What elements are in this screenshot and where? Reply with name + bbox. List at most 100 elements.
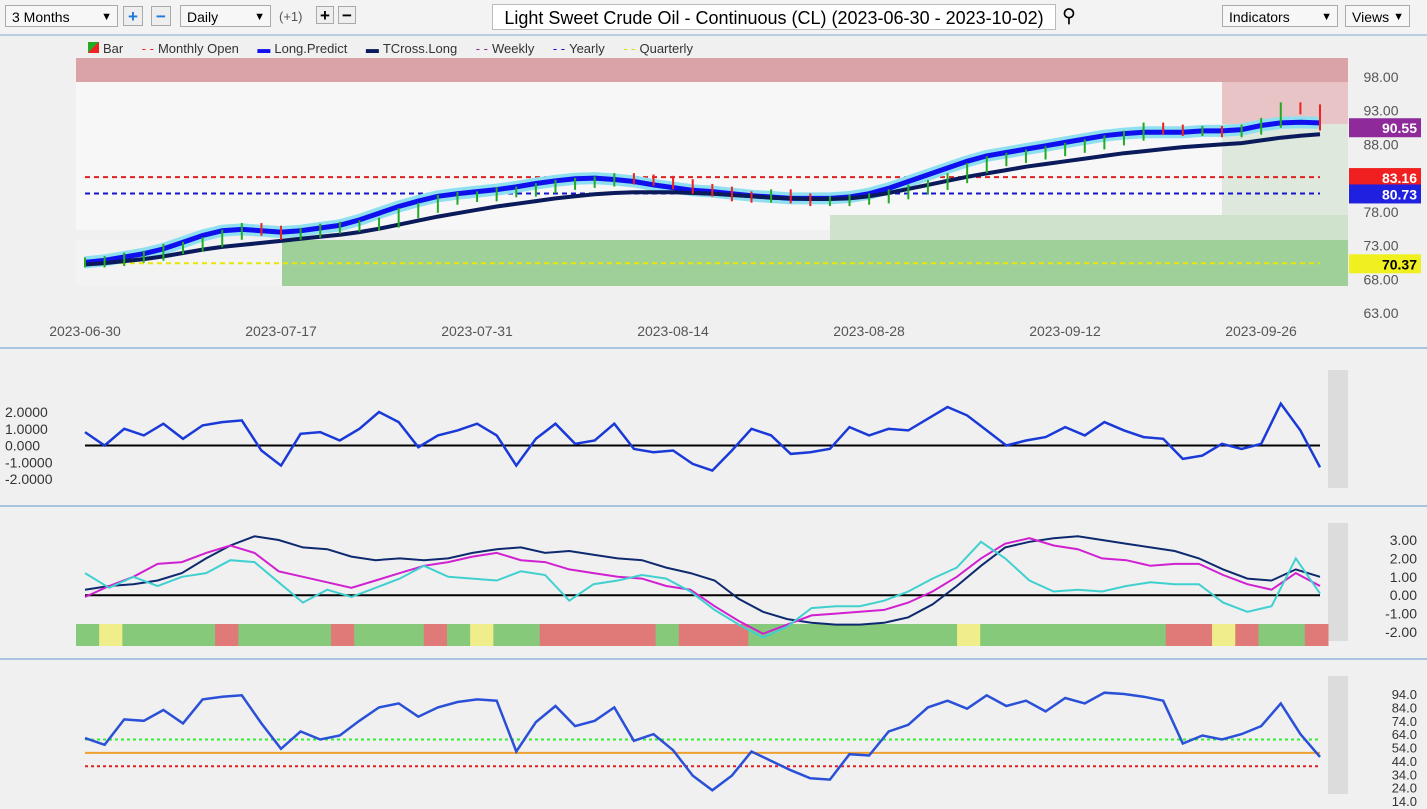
- neuralx-max-cell: [841, 624, 865, 646]
- legend-monthly-open: Monthly Open: [157, 41, 239, 56]
- neuralx-max-cell: [1096, 624, 1120, 646]
- neuralx-max-cell: [191, 624, 216, 646]
- price-legend: Bar - - Monthly Open ▬ Long.Predict ▬ TCros…: [88, 41, 697, 56]
- diff-panel-controls[interactable]: ▼ ✕: [1394, 510, 1419, 524]
- neuralx-max-cell: [377, 624, 402, 646]
- neuralx-max-cell: [1119, 624, 1144, 646]
- price-marker: [1349, 184, 1421, 204]
- tcross-long-line: [84, 132, 1321, 267]
- y-tick-label: 73.00: [1363, 238, 1398, 254]
- y-tick-label: -2.00: [1385, 624, 1417, 640]
- legend-bar: Bar: [103, 41, 124, 56]
- views-dropdown[interactable]: Views: [1345, 5, 1410, 28]
- offset-minus-button[interactable]: −: [338, 6, 356, 24]
- support-zone: [282, 240, 1348, 286]
- neuralx-max-cell: [655, 624, 680, 646]
- price-marker: [1349, 254, 1421, 274]
- y-tick-label: 3.00: [1390, 532, 1417, 548]
- neuralx-max-cell: [1072, 624, 1097, 646]
- interval-select[interactable]: Daily: [180, 5, 271, 28]
- x-tick-label: 2023-09-26: [1225, 323, 1297, 339]
- neuralx-max-cell: [168, 624, 193, 646]
- price-marker: [1349, 118, 1421, 138]
- y-tick-label: 1.00: [1390, 569, 1417, 585]
- legend-neuralx-max: NeuralX.Max: [288, 511, 364, 526]
- legend-weekly: Weekly: [491, 41, 535, 56]
- zoom-out-button[interactable]: −: [151, 6, 171, 26]
- neuralx-max-cell: [933, 624, 958, 646]
- scrollbar: [1328, 676, 1348, 794]
- short-diff-line: [84, 540, 1321, 639]
- range-select[interactable]: 3 Months: [5, 5, 118, 28]
- y-tick-label: -1.00: [1385, 606, 1417, 622]
- neuralx-max-cell: [678, 624, 703, 646]
- neuralx-max-cell: [725, 624, 749, 646]
- legend-neuralx-strength: NeuralX.Strength: [97, 357, 197, 372]
- y-tick-label: 64.0: [1392, 727, 1417, 742]
- plot-area: [76, 82, 1222, 230]
- neuralx-max-cell: [400, 624, 425, 646]
- y-tick-label: 94.0: [1392, 687, 1417, 702]
- offset-plus-button[interactable]: +: [316, 6, 334, 24]
- rsi-panel-controls[interactable]: ▼ ✕: [1394, 663, 1419, 677]
- y-tick-label: 88.00: [1363, 136, 1398, 152]
- neuralx-max-cell: [331, 624, 355, 646]
- neuralx-max-cell: [122, 624, 147, 646]
- offset-label: (+1): [279, 9, 303, 24]
- neuralx-max-cell: [423, 624, 448, 646]
- neuralx-max-cell: [817, 624, 842, 646]
- y-tick-label: 93.00: [1363, 103, 1398, 119]
- price-marker-label: 80.73: [1382, 186, 1417, 202]
- neuralx-max-cell: [1165, 624, 1190, 646]
- neuralx-max-cell: [1142, 624, 1167, 646]
- neuralx-max-cell: [1304, 624, 1329, 646]
- price-marker-label: 90.55: [1382, 120, 1417, 136]
- neuralx-max-cell: [99, 624, 123, 646]
- legend-tcross-long: TCross.Long: [382, 41, 458, 56]
- neuralx-max-cell: [748, 624, 773, 646]
- panel-bg: [0, 661, 1427, 809]
- x-tick-label: 2023-08-28: [833, 323, 905, 339]
- search-icon[interactable]: ⚲: [1062, 5, 1076, 28]
- y-tick-label: 74.0: [1392, 714, 1417, 729]
- indicators-dropdown[interactable]: Indicators: [1222, 5, 1338, 28]
- panel-bg: [0, 508, 1427, 656]
- neuralx-max-cell: [980, 624, 1004, 646]
- neuralx-max-cell: [261, 624, 286, 646]
- scrollbar: [1328, 370, 1348, 488]
- x-tick-label: 2023-08-14: [637, 323, 709, 339]
- legend-long-predict: Long.Predict: [274, 41, 348, 56]
- neuralx-max-cell: [609, 624, 633, 646]
- neuralx-max-cell: [1026, 624, 1051, 646]
- neuralx-max-cell: [1188, 624, 1213, 646]
- y-tick-label: 1.0000: [5, 421, 48, 437]
- strength-legend: — NeuralX.Strength: [80, 357, 197, 372]
- scrollbar: [1328, 58, 1348, 285]
- neuralx-max-cell: [562, 624, 587, 646]
- price-marker-label: 70.37: [1382, 256, 1417, 272]
- neuralx-max-cell: [539, 624, 564, 646]
- long-diff-line: [84, 535, 1321, 626]
- diff-legend: — Long.Diff — Medium.Diff ▬ NeuralX.Max — Sh…: [80, 511, 454, 526]
- zoom-in-button[interactable]: +: [123, 6, 143, 26]
- y-tick-label: 2.00: [1390, 550, 1417, 566]
- bar-legend-icon: [88, 42, 99, 53]
- neuralx-max-cell: [1281, 624, 1306, 646]
- y-tick-label: 84.0: [1392, 700, 1417, 715]
- neuralx-max-cell: [284, 624, 309, 646]
- panel-bg: [0, 355, 1427, 503]
- neuralx-max-cell: [1235, 624, 1259, 646]
- y-tick-label: 24.0: [1392, 781, 1417, 796]
- rsi-legend: — RSI: [80, 664, 119, 679]
- neuralx-max-cell: [887, 624, 912, 646]
- scrollbar: [1328, 523, 1348, 641]
- price-marker-label: 83.16: [1382, 170, 1417, 186]
- y-tick-label: 0.00: [1390, 587, 1417, 603]
- chart-title: Light Sweet Crude Oil - Continuous (CL) …: [492, 4, 1056, 30]
- legend-short-diff: Short.Diff: [399, 511, 454, 526]
- strength-panel-controls[interactable]: ▼ ✕: [1394, 356, 1419, 370]
- long-predict-line: [84, 119, 1321, 265]
- y-tick-label: 54.0: [1392, 741, 1417, 756]
- neuralx-max-cell: [702, 624, 726, 646]
- resistance-zone: [1222, 82, 1348, 124]
